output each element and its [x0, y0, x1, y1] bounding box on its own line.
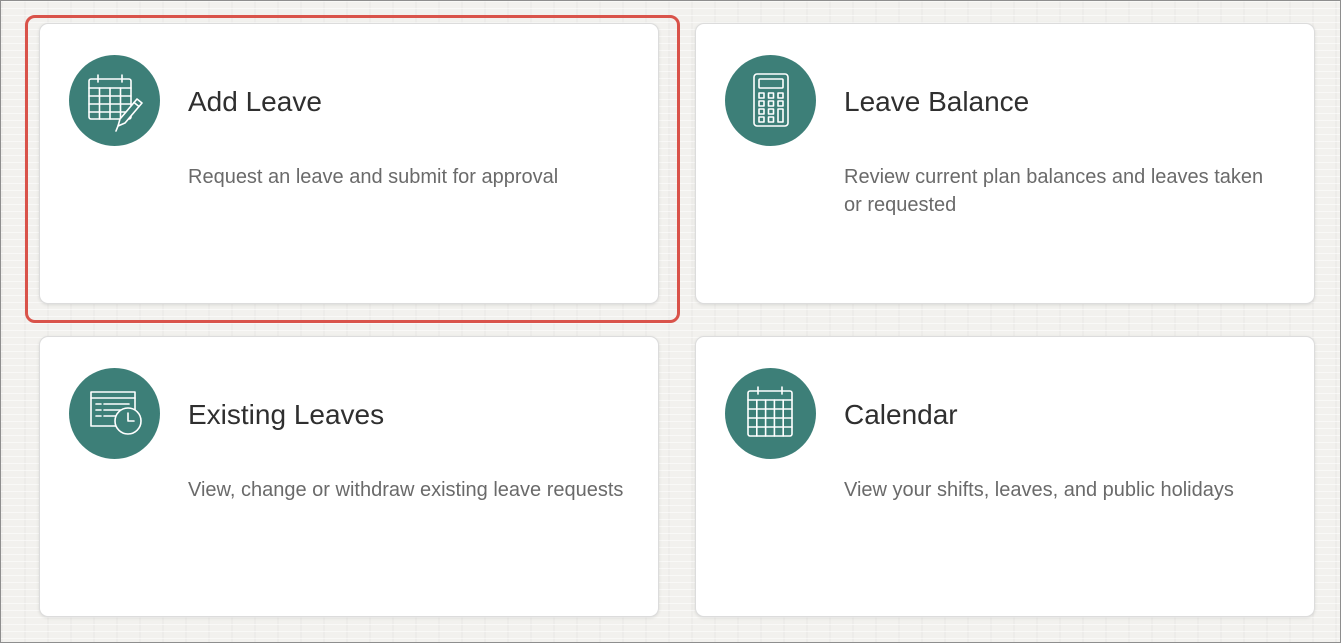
tile-title: Existing Leaves	[188, 399, 385, 430]
existing-leaves-tile[interactable]: Existing Leaves View, change or withdraw…	[39, 336, 659, 617]
app-frame: Add Leave Request an leave and submit fo…	[0, 0, 1341, 643]
calendar-icon	[725, 368, 816, 459]
tile-title: Add Leave	[188, 86, 322, 117]
add-leave-tile[interactable]: Add Leave Request an leave and submit fo…	[39, 23, 659, 304]
document-clock-icon	[69, 368, 160, 459]
leave-balance-tile[interactable]: Leave Balance Review current plan balanc…	[695, 23, 1315, 304]
tile-title: Calendar	[844, 399, 958, 430]
tile-description: Request an leave and submit for approval	[188, 166, 559, 188]
tile-description: View, change or withdraw existing leave …	[188, 479, 624, 501]
tile-description: View your shifts, leaves, and public hol…	[844, 479, 1234, 501]
calendar-edit-icon	[69, 55, 160, 146]
tile-description: Review current plan balances and leaves …	[844, 166, 1264, 216]
tile-title: Leave Balance	[844, 86, 1030, 117]
calculator-icon	[725, 55, 816, 146]
calendar-tile[interactable]: Calendar View your shifts, leaves, and p…	[695, 336, 1315, 617]
